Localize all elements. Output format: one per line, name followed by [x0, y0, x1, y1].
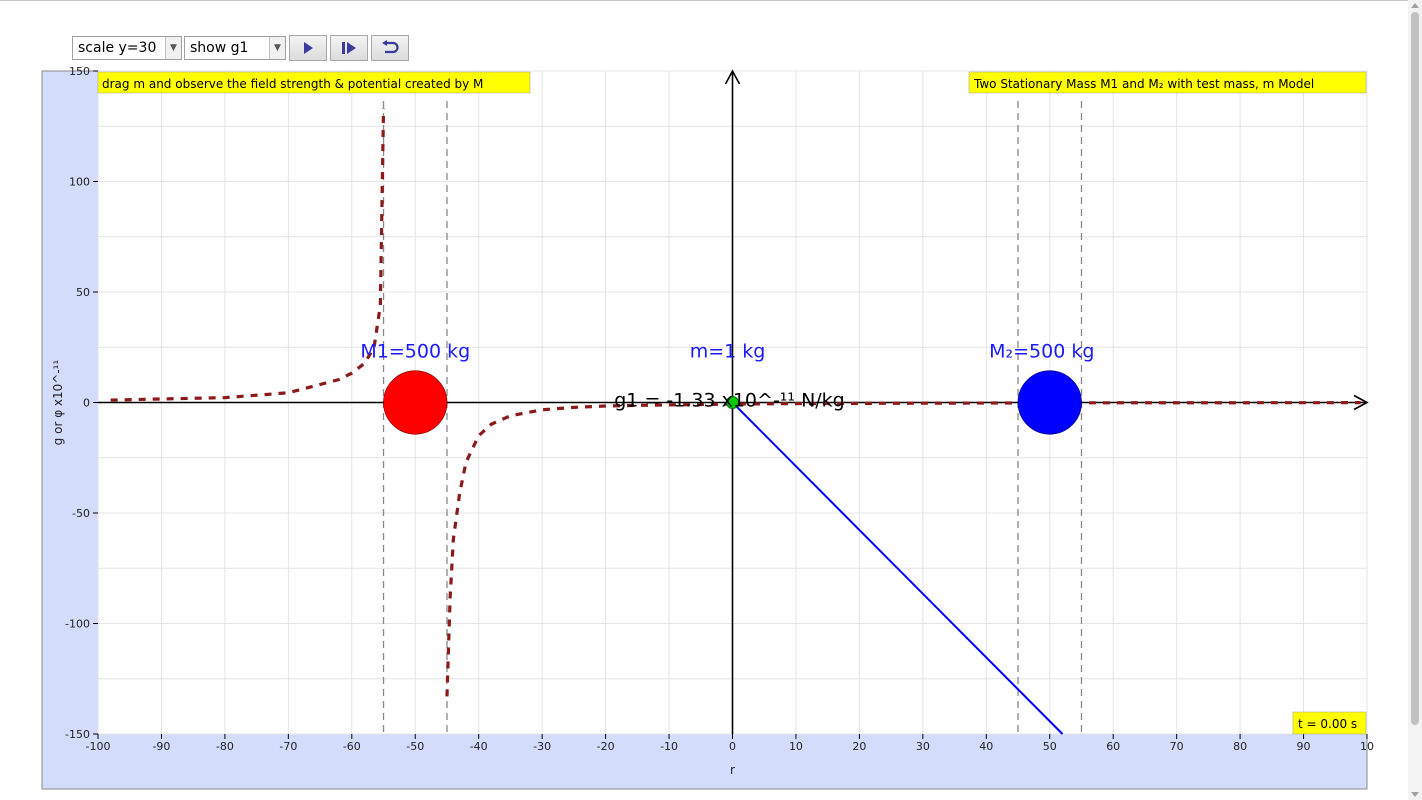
y-tick-label: 150	[69, 65, 90, 78]
x-axis-label: r	[730, 763, 735, 777]
y-tick-label: 0	[83, 397, 90, 410]
x-tick-label: -40	[470, 740, 488, 753]
x-tick-label: 10	[789, 740, 803, 753]
x-tick-label: 40	[979, 740, 993, 753]
x-tick-label: 90	[1297, 740, 1311, 753]
mass-m1[interactable]	[383, 370, 448, 435]
y-tick-label: -100	[65, 618, 90, 631]
x-tick-label: 10	[1360, 740, 1374, 753]
mass-m2[interactable]	[1017, 370, 1082, 435]
x-tick-label: -100	[86, 740, 111, 753]
x-tick-label: 70	[1170, 740, 1184, 753]
m1-label: M1=500 kg	[360, 341, 470, 363]
g-readout: g1 = -1.33 x10^-¹¹ N/kg	[614, 390, 845, 412]
scroll-down-icon[interactable]	[1411, 792, 1419, 797]
x-tick-label: -60	[343, 740, 361, 753]
instruction-banner-text: drag m and observe the field strength & …	[102, 77, 483, 91]
y-tick-label: 100	[69, 176, 90, 189]
scroll-up-icon[interactable]	[1411, 3, 1419, 8]
y-tick-label: 50	[76, 286, 90, 299]
simulation-canvas[interactable]: -100 -90 -80 -70 -60 -50 -40 -30 -20 -10 0 10 20 30 40…	[0, 0, 1422, 800]
y-tick-label: -50	[72, 507, 90, 520]
x-tick-label: -80	[216, 740, 234, 753]
x-tick-label: 30	[916, 740, 930, 753]
x-tick-label: 20	[852, 740, 866, 753]
x-tick-label: 0	[729, 740, 736, 753]
y-axis-label: g or φ x10^-¹¹	[51, 360, 65, 446]
x-tick-label: 60	[1106, 740, 1120, 753]
y-tick-label: -150	[65, 728, 90, 741]
x-tick-label: -70	[279, 740, 297, 753]
time-display-text: t = 0.00 s	[1298, 717, 1357, 731]
x-tick-label: -30	[533, 740, 551, 753]
x-tick-label: -10	[660, 740, 678, 753]
m2-label: M₂=500 kg	[989, 341, 1094, 363]
x-tick-label: -50	[406, 740, 424, 753]
m-label: m=1 kg	[690, 341, 766, 363]
x-tick-label: -90	[152, 740, 170, 753]
scrollbar-thumb[interactable]	[1411, 12, 1419, 725]
x-tick-label: 50	[1043, 740, 1057, 753]
x-tick-label: -20	[597, 740, 615, 753]
x-tick-label: 80	[1233, 740, 1247, 753]
model-title-text: Two Stationary Mass M1 and M₂ with test …	[973, 77, 1314, 91]
vertical-scrollbar[interactable]	[1408, 0, 1422, 800]
